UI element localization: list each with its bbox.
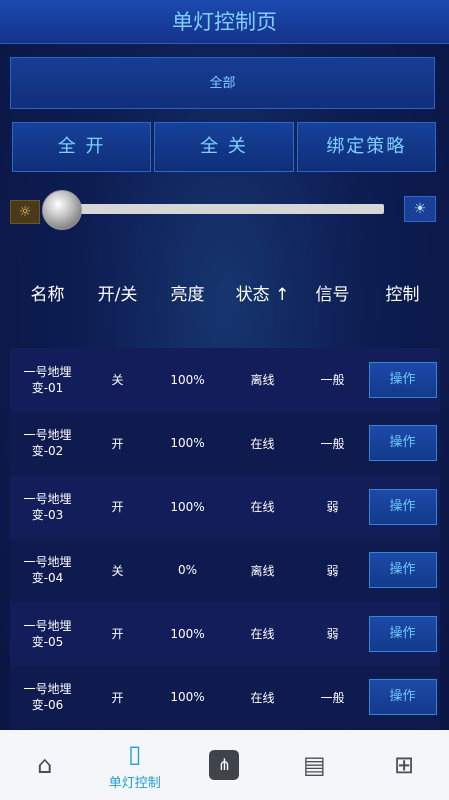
header-control: 控制	[385, 284, 420, 305]
name-line1: 一号地埋	[23, 428, 72, 443]
operate-button[interactable]: 操作	[368, 425, 437, 462]
name-line1: 一号地埋	[23, 555, 72, 570]
name-line2: 变-03	[31, 507, 64, 522]
row-switch: 开	[111, 690, 124, 705]
table-row: 一号地埋 变-01 关 100% 离线 一般 操作	[10, 348, 440, 412]
name-line2: 变-05	[31, 634, 64, 649]
group-selector[interactable]: 全部	[10, 57, 435, 109]
row-signal: 一般	[320, 436, 345, 451]
row-switch: 关	[111, 373, 124, 388]
row-status: 在线	[250, 690, 275, 705]
row-status: 离线	[250, 373, 275, 388]
name-line1: 一号地埋	[23, 618, 72, 633]
all-on-button[interactable]: 全 开	[12, 122, 152, 172]
table-row: 一号地埋 变-02 开 100% 在线 一般 操作	[10, 411, 440, 475]
row-brightness: 100%	[170, 626, 205, 641]
row-status: 在线	[250, 436, 275, 451]
row-brightness: 100%	[170, 690, 205, 705]
row-name: 一号地埋 变-04	[10, 554, 85, 586]
topology-icon: ⊞	[394, 751, 415, 779]
home-icon: ⌂	[37, 751, 53, 779]
bind-policy-button[interactable]: 绑定策略	[296, 122, 436, 172]
header-status-sort[interactable]: 状态 ↑	[225, 280, 300, 305]
row-name: 一号地埋 变-05	[10, 618, 85, 650]
header-name: 名称	[30, 284, 65, 305]
row-name: 一号地埋 变-03	[10, 491, 85, 523]
slider-knob[interactable]	[42, 190, 82, 230]
header-signal: 信号	[315, 284, 350, 305]
row-brightness: 100%	[170, 436, 205, 451]
network-device-icon: ⋔	[209, 750, 240, 780]
nav-network[interactable]: ⋔	[180, 730, 270, 800]
header-brightness: 亮度	[170, 284, 205, 305]
table-row: 一号地埋 变-04 关 0% 离线 弱 操作	[10, 538, 440, 602]
name-line2: 变-02	[31, 444, 64, 459]
nav-topology[interactable]: ⊞	[359, 730, 449, 800]
sun-bright-icon[interactable]: ☀	[404, 196, 436, 222]
operate-button[interactable]: 操作	[368, 552, 437, 589]
name-line1: 一号地埋	[23, 682, 72, 697]
app-screen: 单灯控制页 全部 全 开 全 关 绑定策略 ☼ ☀ 名称 开/关 亮度 状态 ↑…	[0, 0, 449, 800]
brightness-slider[interactable]: ☼ ☀	[10, 190, 436, 230]
name-line1: 一号地埋	[23, 364, 72, 379]
name-line2: 变-06	[31, 698, 64, 713]
lamp-list: 一号地埋 变-01 关 100% 离线 一般 操作 一号地埋 变-02 开 100%…	[10, 348, 440, 729]
row-switch: 开	[111, 500, 124, 515]
page-title: 单灯控制页	[0, 0, 449, 44]
row-status: 在线	[250, 500, 275, 515]
header-switch: 开/关	[97, 284, 138, 305]
nav-home[interactable]: ⌂	[0, 730, 90, 800]
sun-dim-icon[interactable]: ☼	[10, 200, 40, 224]
bottom-navbar: ⌂ ▯ 单灯控制 ⋔ ▤ ⊞	[0, 730, 449, 800]
table-header: 名称 开/关 亮度 状态 ↑ 信号 控制	[10, 270, 440, 314]
name-line2: 变-01	[31, 380, 64, 395]
row-switch: 关	[111, 563, 124, 578]
operate-button[interactable]: 操作	[368, 488, 437, 525]
name-line2: 变-04	[31, 571, 64, 586]
slider-track[interactable]	[70, 204, 384, 214]
row-brightness: 100%	[170, 372, 205, 387]
row-signal: 弱	[326, 563, 339, 578]
all-off-button[interactable]: 全 关	[154, 122, 294, 172]
nav-report[interactable]: ▤	[269, 730, 359, 800]
row-signal: 弱	[326, 627, 339, 642]
row-switch: 开	[111, 627, 124, 642]
light-control-icon: ▯	[128, 739, 142, 768]
row-status: 离线	[250, 563, 275, 578]
table-row: 一号地埋 变-03 开 100% 在线 弱 操作	[10, 475, 440, 539]
row-brightness: 0%	[177, 563, 198, 578]
action-buttons: 全 开 全 关 绑定策略	[12, 122, 436, 172]
row-signal: 一般	[320, 373, 345, 388]
row-switch: 开	[111, 436, 124, 451]
operate-button[interactable]: 操作	[368, 361, 437, 398]
row-name: 一号地埋 变-01	[10, 364, 85, 396]
name-line1: 一号地埋	[23, 491, 72, 506]
table-row: 一号地埋 变-05 开 100% 在线 弱 操作	[10, 602, 440, 666]
row-signal: 弱	[326, 500, 339, 515]
operate-button[interactable]: 操作	[368, 679, 437, 716]
report-icon: ▤	[302, 751, 326, 779]
operate-button[interactable]: 操作	[368, 615, 437, 652]
row-signal: 一般	[320, 690, 345, 705]
row-brightness: 100%	[170, 499, 205, 514]
nav-light-control-label: 单灯控制	[108, 775, 161, 791]
table-row: 一号地埋 变-06 开 100% 在线 一般 操作	[10, 665, 440, 729]
row-name: 一号地埋 变-02	[10, 427, 85, 459]
row-status: 在线	[250, 627, 275, 642]
row-name: 一号地埋 变-06	[10, 681, 85, 713]
nav-light-control[interactable]: ▯ 单灯控制	[90, 730, 180, 800]
